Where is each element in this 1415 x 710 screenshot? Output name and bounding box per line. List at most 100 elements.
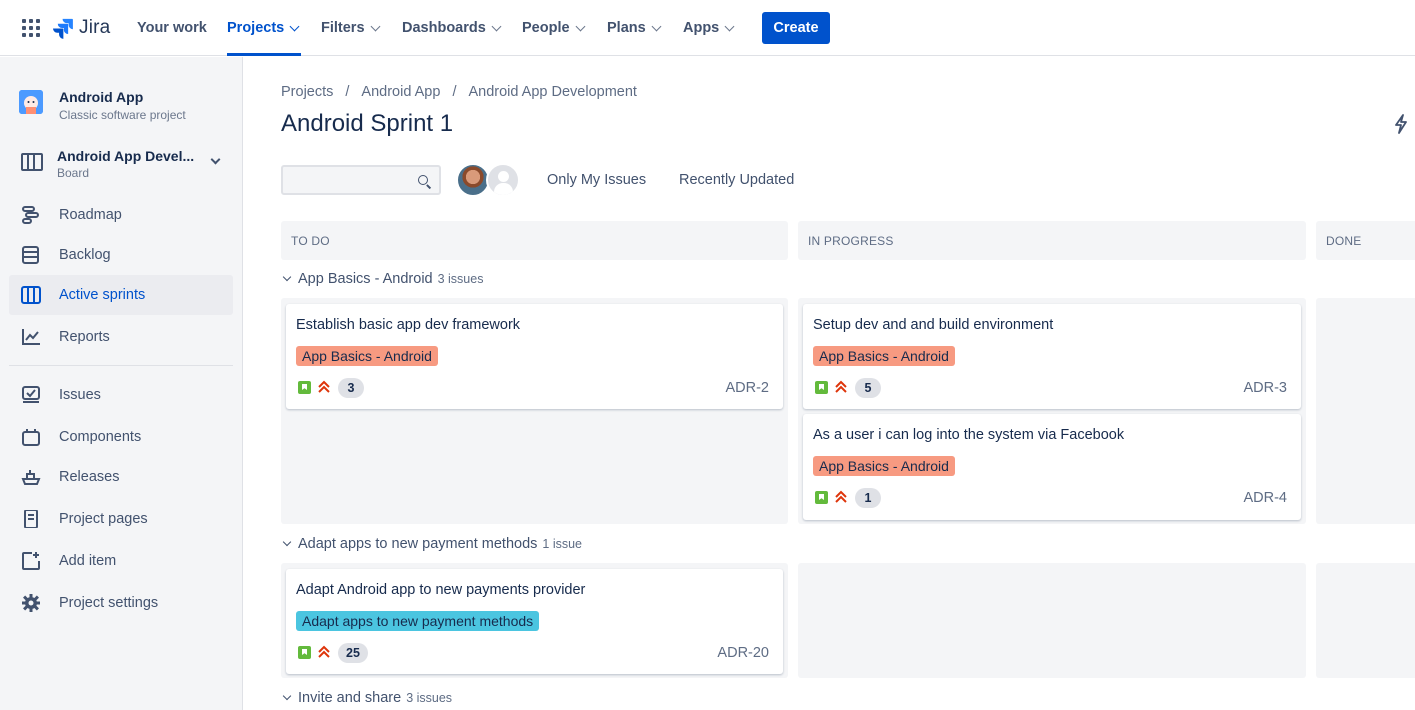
- issue-key[interactable]: ADR-3: [1243, 380, 1287, 396]
- sidebar-item-releases[interactable]: Releases: [9, 457, 233, 497]
- story-points-badge: 5: [855, 378, 881, 398]
- sidebar-item-reports[interactable]: Reports: [9, 317, 233, 357]
- create-button[interactable]: Create: [762, 12, 830, 44]
- nav-filters[interactable]: Filters: [321, 0, 380, 56]
- story-icon: [298, 381, 311, 394]
- issue-card[interactable]: Setup dev and and build environment App …: [803, 304, 1301, 409]
- sidebar-item-label: Active sprints: [59, 287, 146, 303]
- sidebar-item-backlog[interactable]: Backlog: [9, 235, 233, 275]
- nav-people[interactable]: People: [522, 0, 585, 56]
- sidebar-divider: [9, 365, 233, 366]
- recently-updated-filter[interactable]: Recently Updated: [679, 172, 794, 188]
- sidebar-item-label: Add item: [59, 553, 117, 569]
- project-avatar[interactable]: [19, 90, 43, 114]
- swimlane-title: Adapt apps to new payment methods: [298, 536, 538, 552]
- sidebar-item-label: Backlog: [59, 247, 111, 263]
- unassigned-avatar[interactable]: [486, 163, 520, 197]
- sidebar-item-components[interactable]: Components: [9, 417, 233, 457]
- board-type: Board: [57, 166, 90, 180]
- nav-dashboards-label: Dashboards: [402, 20, 486, 36]
- chevron-down-icon: [282, 537, 292, 547]
- swimlane-title: App Basics - Android: [298, 271, 433, 287]
- jira-logo-icon: [53, 18, 73, 39]
- chevron-down-icon: [282, 691, 292, 701]
- board-icon: [21, 286, 41, 304]
- issue-card[interactable]: As a user i can log into the system via …: [803, 414, 1301, 520]
- search-input[interactable]: [281, 165, 441, 195]
- chevron-down-icon: [370, 21, 380, 31]
- nav-projects[interactable]: Projects: [227, 0, 301, 56]
- sidebar: Android App Classic software project And…: [0, 57, 243, 710]
- nav-apps[interactable]: Apps: [683, 0, 735, 56]
- backlog-icon: [22, 246, 39, 264]
- issue-card[interactable]: Establish basic app dev framework App Ba…: [286, 304, 783, 409]
- sidebar-item-roadmap[interactable]: Roadmap: [9, 195, 233, 235]
- only-my-issues-filter[interactable]: Only My Issues: [547, 172, 646, 188]
- priority-highest-icon: [835, 490, 847, 503]
- nav-dashboards[interactable]: Dashboards: [402, 0, 502, 56]
- sidebar-item-project-pages[interactable]: Project pages: [9, 499, 233, 539]
- sidebar-item-label: Project settings: [59, 595, 159, 611]
- nav-your-work[interactable]: Your work: [137, 0, 207, 56]
- sidebar-item-label: Reports: [59, 329, 110, 345]
- board-switcher[interactable]: Android App Devel...: [57, 148, 194, 164]
- reports-icon: [22, 329, 40, 345]
- swimlane-count: 3 issues: [406, 691, 453, 705]
- swimlane-title: Invite and share: [298, 690, 402, 706]
- story-points-badge: 1: [855, 488, 881, 508]
- breadcrumb-board[interactable]: Android App Development: [468, 84, 636, 100]
- breadcrumb: Projects / Android App / Android App Dev…: [281, 84, 637, 100]
- swimlane-header[interactable]: App Basics - Android 3 issues: [281, 271, 483, 287]
- avatar[interactable]: [456, 163, 490, 197]
- project-name[interactable]: Android App: [59, 89, 143, 105]
- epic-label: App Basics - Android: [813, 346, 955, 366]
- lane-in-progress: [798, 563, 1306, 678]
- card-summary: Setup dev and and build environment: [813, 317, 1054, 333]
- story-points-badge: 3: [338, 378, 364, 398]
- sidebar-item-label: Project pages: [59, 511, 148, 527]
- issue-card[interactable]: Adapt Android app to new payments provid…: [286, 569, 783, 674]
- breadcrumb-project[interactable]: Android App: [361, 84, 440, 100]
- nav-your-work-label: Your work: [137, 20, 207, 36]
- sidebar-item-label: Components: [59, 429, 142, 445]
- issues-icon: [22, 386, 40, 403]
- gear-icon: [22, 594, 40, 612]
- nav-projects-label: Projects: [227, 20, 285, 36]
- jira-logo[interactable]: Jira: [52, 15, 110, 41]
- issue-key[interactable]: ADR-20: [717, 645, 769, 661]
- releases-icon: [21, 470, 41, 485]
- swimlane-header[interactable]: Adapt apps to new payment methods 1 issu…: [281, 536, 582, 552]
- nav-apps-label: Apps: [683, 20, 720, 36]
- nav-plans[interactable]: Plans: [607, 0, 662, 56]
- epic-label: Adapt apps to new payment methods: [296, 611, 540, 631]
- sidebar-item-issues[interactable]: Issues: [9, 375, 233, 415]
- breadcrumb-projects[interactable]: Projects: [281, 84, 333, 100]
- project-type: Classic software project: [59, 108, 186, 122]
- epic-label: App Basics - Android: [813, 456, 955, 476]
- column-header-done: DONE: [1316, 221, 1415, 260]
- nav-people-label: People: [522, 20, 570, 36]
- sidebar-item-active-sprints[interactable]: Active sprints: [9, 275, 233, 315]
- nav-plans-label: Plans: [607, 20, 646, 36]
- components-icon: [22, 429, 40, 446]
- chevron-down-icon: [651, 21, 662, 31]
- chevron-down-icon[interactable]: [210, 154, 221, 165]
- sidebar-item-add-item[interactable]: Add item: [9, 541, 233, 581]
- jira-logo-text: Jira: [79, 17, 111, 38]
- pages-icon: [24, 510, 38, 528]
- chevron-down-icon: [282, 272, 292, 282]
- story-icon: [815, 491, 828, 504]
- chevron-down-icon: [575, 21, 585, 31]
- app-switcher-icon[interactable]: [22, 19, 40, 37]
- issue-key[interactable]: ADR-4: [1243, 490, 1287, 506]
- automation-bolt-icon[interactable]: [1393, 114, 1409, 134]
- story-icon: [298, 646, 311, 659]
- sidebar-item-label: Releases: [59, 469, 120, 485]
- issue-key[interactable]: ADR-2: [725, 380, 769, 396]
- sidebar-item-project-settings[interactable]: Project settings: [9, 583, 233, 623]
- priority-highest-icon: [318, 380, 330, 393]
- nav-filters-label: Filters: [321, 20, 365, 36]
- chevron-down-icon: [491, 21, 502, 31]
- chevron-down-icon: [724, 21, 735, 31]
- swimlane-header[interactable]: Invite and share 3 issues: [281, 690, 452, 706]
